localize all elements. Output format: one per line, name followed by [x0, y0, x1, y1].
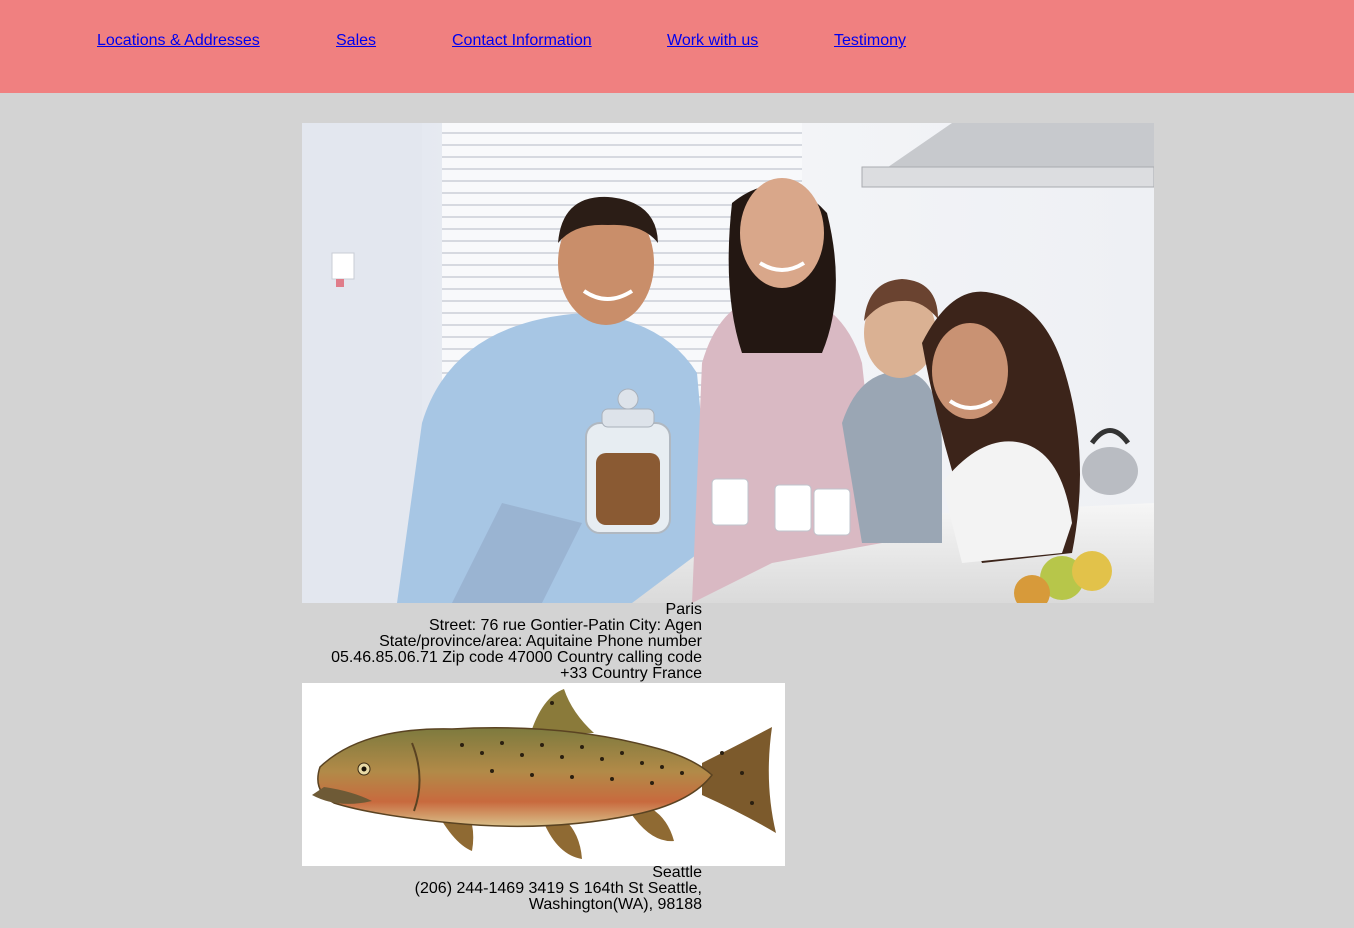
top-navigation-bar: Locations & Addresses Sales Contact Info…	[0, 0, 1354, 93]
nav-link-sales[interactable]: Sales	[336, 31, 376, 50]
nav-link-contact-information[interactable]: Contact Information	[452, 31, 592, 50]
location-detail-line: 05.46.85.06.71 Zip code 47000 Country ca…	[331, 649, 702, 666]
location-paris: Paris Street: 76 rue Gontier-Patin City:…	[302, 602, 702, 682]
location-name: Paris	[665, 601, 702, 618]
nav-link-testimony[interactable]: Testimony	[834, 31, 906, 50]
location-detail-line: +33 Country France	[560, 665, 702, 682]
location-detail-line: (206) 244-1469 3419 S 164th St Seattle,	[414, 880, 702, 897]
salmon-illustration	[302, 683, 785, 866]
location-detail-line: State/province/area: Aquitaine Phone num…	[379, 633, 702, 650]
family-kitchen-photo	[302, 123, 1154, 603]
location-detail-line: Street: 76 rue Gontier-Patin City: Agen	[428, 617, 702, 634]
location-name: Seattle	[652, 864, 702, 881]
location-seattle: Seattle (206) 244-1469 3419 S 164th St S…	[302, 865, 702, 913]
nav-link-work-with-us[interactable]: Work with us	[667, 31, 758, 50]
nav-link-locations-addresses[interactable]: Locations & Addresses	[97, 31, 260, 50]
location-detail-line: Washington(WA), 98188	[528, 896, 702, 913]
